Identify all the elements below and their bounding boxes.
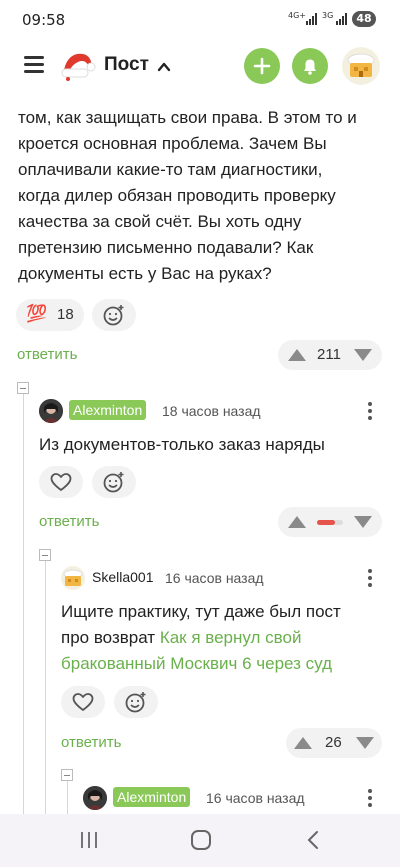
like-button[interactable] — [39, 466, 83, 498]
rating-widget-1 — [278, 507, 382, 537]
timestamp-2: 16 часов назад — [165, 570, 264, 586]
reply-link-2[interactable]: ответить — [61, 734, 121, 751]
notifications-button[interactable] — [292, 48, 328, 84]
app-header: Пост — [0, 40, 400, 92]
arrow-down-icon[interactable] — [354, 516, 372, 528]
home-icon[interactable] — [190, 829, 212, 851]
arrow-up-icon[interactable] — [294, 737, 312, 749]
comment-2-text: Ищите практику, тут даже был пост про во… — [61, 599, 391, 677]
page-title: Пост — [104, 54, 149, 75]
add-reaction-button[interactable] — [92, 466, 136, 498]
rating-value-2: 26 — [325, 734, 342, 751]
santa-hat-logo-icon[interactable] — [58, 47, 96, 85]
back-icon[interactable] — [306, 830, 320, 850]
rating-bar-fill — [317, 520, 335, 525]
heart-icon — [50, 473, 72, 491]
system-nav-bar — [0, 814, 400, 867]
plus-icon — [253, 57, 271, 75]
heart-icon — [72, 693, 94, 711]
like-button[interactable] — [61, 686, 105, 718]
emoji-add-icon — [103, 472, 124, 493]
signal-icon — [306, 13, 318, 25]
signal-icon-2 — [336, 13, 348, 25]
thread-line-3[interactable] — [67, 776, 68, 814]
battery-indicator: 48 — [352, 11, 376, 27]
rating-widget-0: 211 — [278, 340, 382, 370]
profile-avatar[interactable] — [342, 47, 380, 85]
rating-value-0: 211 — [317, 346, 341, 363]
status-bar: 09:58 4G+ 3G 48 — [0, 0, 400, 40]
comment-0-text: том, как защищать свои права. В этом то … — [18, 108, 357, 283]
menu-icon[interactable] — [24, 56, 44, 74]
chevron-up-icon[interactable] — [157, 60, 171, 74]
rating-widget-2: 26 — [286, 728, 382, 758]
arrow-up-icon[interactable] — [288, 516, 306, 528]
reaction-count: 18 — [57, 306, 74, 323]
more-icon[interactable] — [368, 789, 372, 807]
arrow-down-icon[interactable] — [354, 349, 372, 361]
more-icon[interactable] — [368, 569, 372, 587]
username-2[interactable]: Skella001 — [88, 567, 158, 587]
comment-1-text: Из документов-только заказ наряды — [39, 435, 325, 454]
collapse-toggle-1[interactable] — [17, 382, 29, 394]
recents-icon[interactable] — [80, 830, 98, 850]
comments-feed[interactable]: том, как защищать свои права. В этом то … — [0, 92, 400, 814]
post-link[interactable]: Как я вернул свой — [160, 628, 302, 647]
reply-link-0[interactable]: ответить — [17, 346, 77, 363]
add-reaction-button[interactable] — [114, 686, 158, 718]
reaction-chip[interactable]: 💯 18 — [16, 299, 84, 331]
emoji-add-icon — [125, 692, 146, 713]
post-link-cont[interactable]: бракованный Москвич 6 через суд — [61, 651, 391, 677]
arrow-up-icon[interactable] — [288, 349, 306, 361]
arrow-down-icon[interactable] — [356, 737, 374, 749]
bell-icon — [304, 59, 316, 75]
reply-link-1[interactable]: ответить — [39, 513, 99, 530]
username-3[interactable]: Alexminton — [113, 787, 191, 807]
avatar[interactable] — [83, 786, 107, 810]
collapse-toggle-3[interactable] — [61, 769, 73, 781]
thread-line-2[interactable] — [45, 556, 46, 814]
rating-bar — [317, 520, 343, 525]
emoji-add-icon — [103, 305, 124, 326]
status-time: 09:58 — [22, 11, 66, 29]
add-post-button[interactable] — [244, 48, 280, 84]
hundred-emoji-icon: 💯 — [26, 304, 48, 323]
avatar[interactable] — [39, 399, 63, 423]
more-icon[interactable] — [368, 402, 372, 420]
timestamp-1: 18 часов назад — [162, 403, 261, 419]
timestamp-3: 16 часов назад — [206, 790, 305, 806]
username-1[interactable]: Alexminton — [69, 400, 147, 420]
add-reaction-button[interactable] — [92, 299, 136, 331]
collapse-toggle-2[interactable] — [39, 549, 51, 561]
network-label-1: 4G+ — [288, 11, 306, 20]
avatar[interactable] — [61, 566, 85, 590]
network-label-2: 3G — [322, 11, 334, 20]
thread-line-1[interactable] — [23, 389, 24, 814]
